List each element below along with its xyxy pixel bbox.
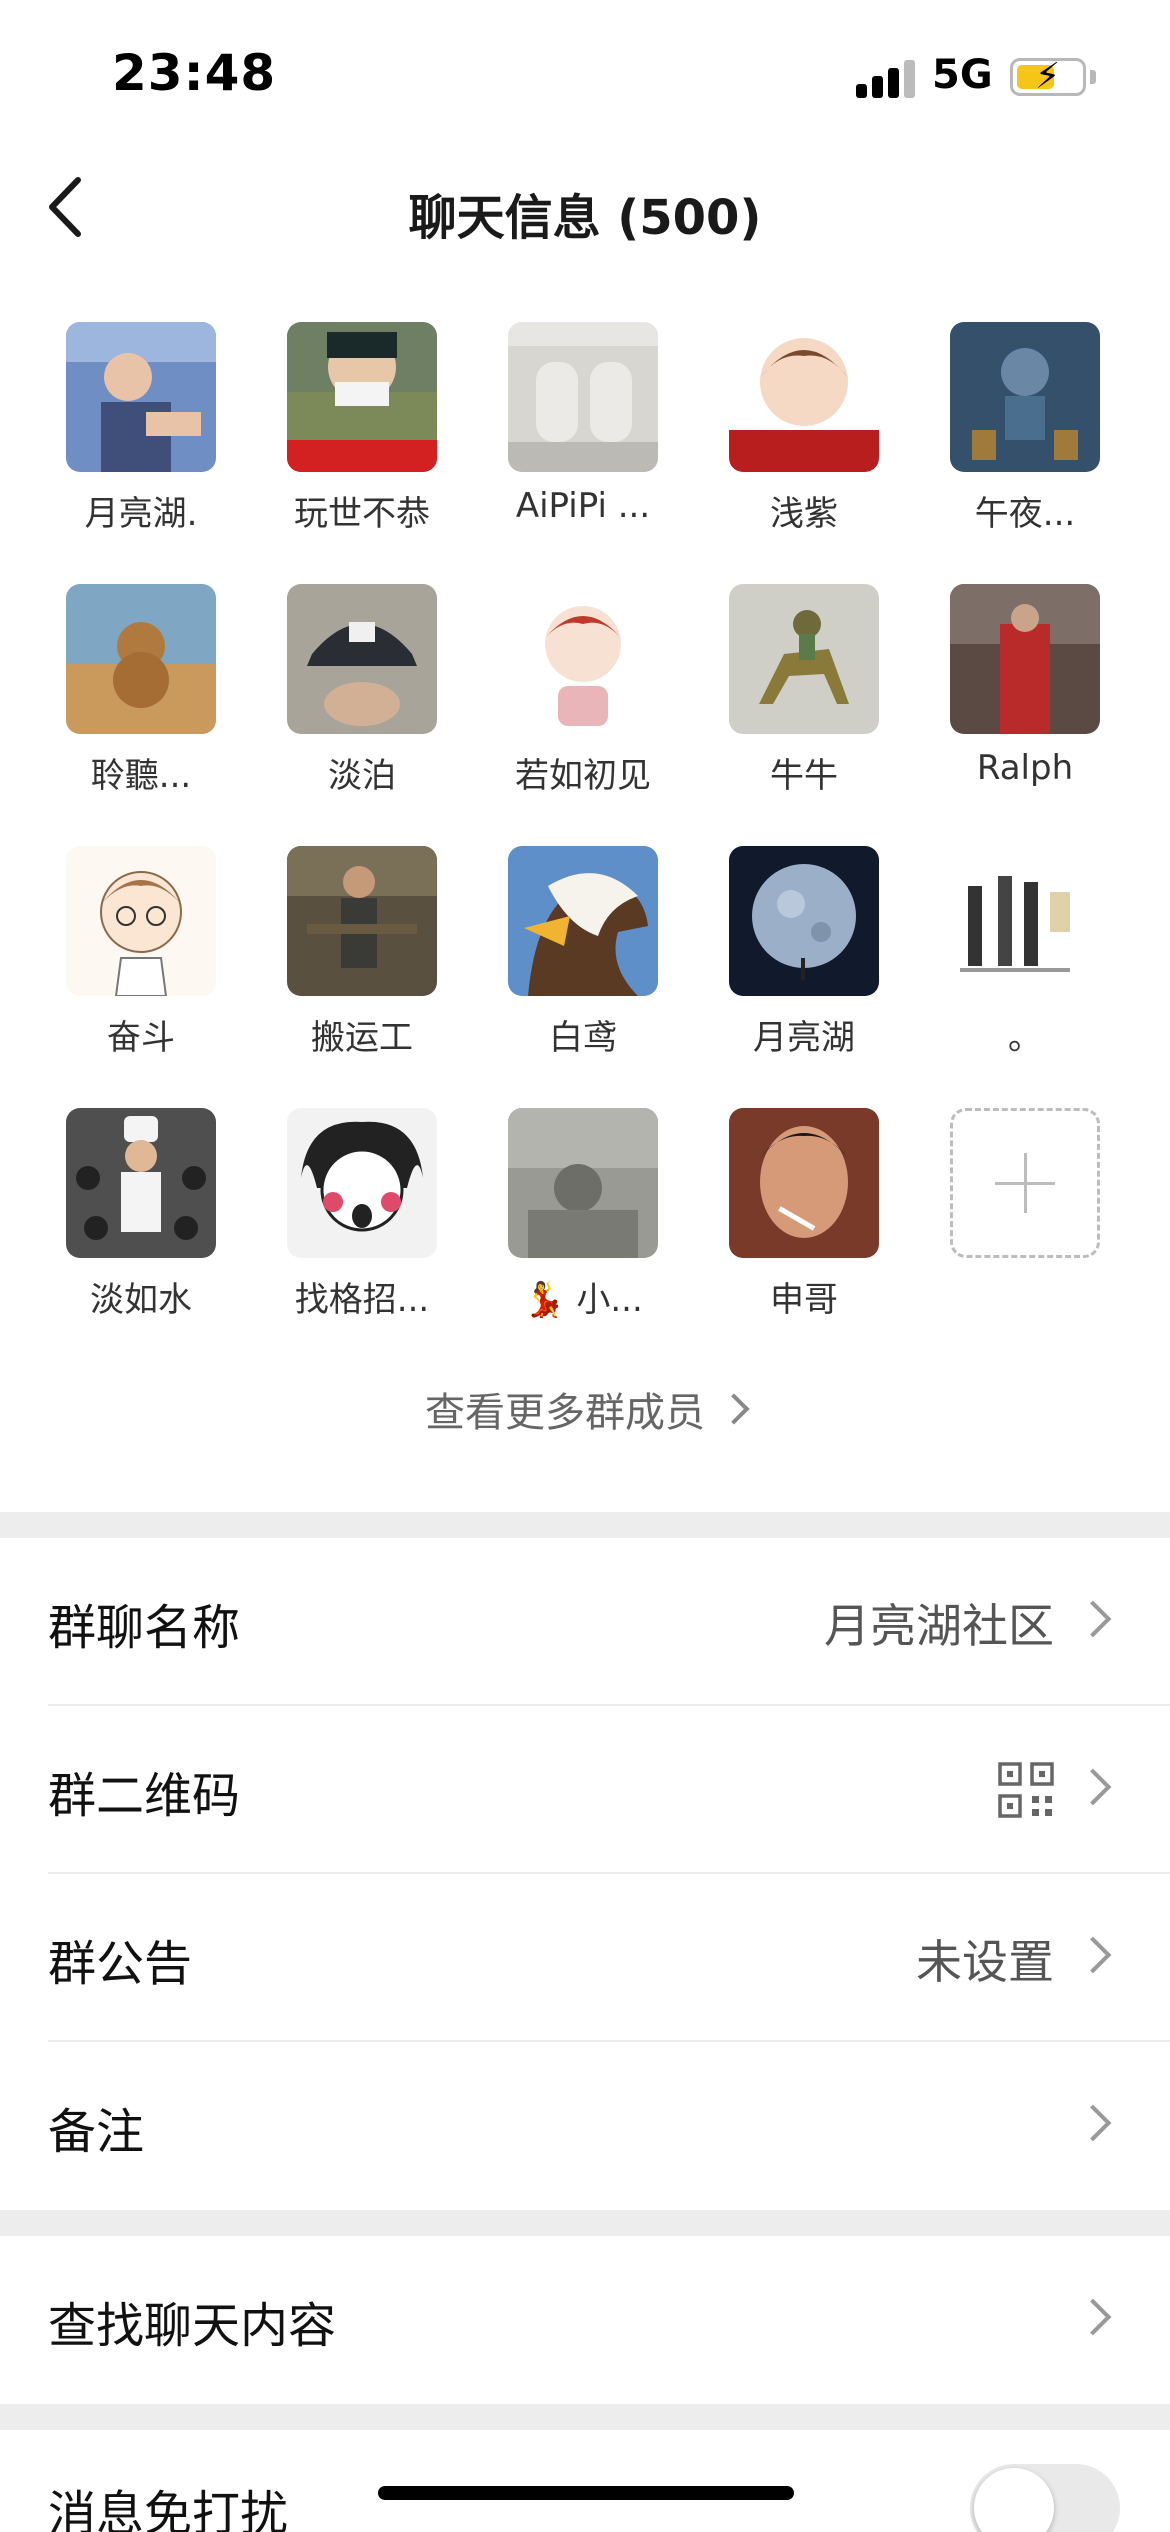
network-label: 5G xyxy=(932,52,993,98)
section-separator xyxy=(0,2404,1170,2430)
announcement-value: 未设置 xyxy=(916,1935,1054,1989)
member-item[interactable]: 聆聽... xyxy=(8,572,229,812)
mute-row: 消息免打扰 xyxy=(0,2430,1170,2532)
member-item[interactable]: 午夜... xyxy=(892,310,1113,550)
avatar xyxy=(508,1108,658,1258)
group-qr-label: 群二维码 xyxy=(48,1768,241,1824)
battery-icon: ⚡ xyxy=(1010,56,1086,97)
avatar xyxy=(66,584,216,734)
status-time: 23:48 xyxy=(112,44,277,102)
search-chat-label: 查找聊天内容 xyxy=(48,2298,337,2354)
group-name-value: 月亮湖社区 xyxy=(824,1599,1054,1653)
chevron-right-icon xyxy=(718,1393,750,1425)
more-members-label: 查看更多群成员 xyxy=(425,1390,705,1436)
section-separator xyxy=(0,1512,1170,1538)
battery-tip xyxy=(1090,70,1096,84)
member-item[interactable]: 奋斗 xyxy=(8,834,229,1074)
member-name: 午夜... xyxy=(974,494,1076,534)
charging-bolt-icon: ⚡ xyxy=(1035,56,1061,97)
member-item[interactable]: 月亮湖 xyxy=(671,834,892,1074)
member-item[interactable]: 。 xyxy=(892,834,1113,1074)
chevron-right-icon xyxy=(1074,2298,1112,2336)
avatar xyxy=(729,322,879,472)
member-item[interactable]: 搬运工 xyxy=(229,834,450,1074)
signal-icon xyxy=(856,58,916,98)
avatar xyxy=(508,846,658,996)
avatar xyxy=(950,846,1100,996)
avatar xyxy=(729,584,879,734)
add-member-button[interactable] xyxy=(892,1096,1113,1336)
avatar xyxy=(287,584,437,734)
announcement-row[interactable]: 群公告 未设置 xyxy=(0,1874,1170,2042)
page-title: 聊天信息 (500) xyxy=(408,190,762,246)
toggle-knob xyxy=(974,2468,1054,2532)
member-item[interactable]: 💃 小... xyxy=(450,1096,671,1336)
search-chat-row[interactable]: 查找聊天内容 xyxy=(0,2236,1170,2404)
group-qr-row[interactable]: 群二维码 xyxy=(0,1706,1170,1874)
chevron-right-icon xyxy=(1074,2104,1112,2142)
chat-info-screen: 23:48 5G ⚡ 聊天信息 (500) 月亮湖. 玩世不恭 AiPiPi .… xyxy=(0,0,1170,2532)
member-item[interactable]: 淡如水 xyxy=(8,1096,229,1336)
mute-label: 消息免打扰 xyxy=(48,2486,289,2532)
member-item[interactable]: Ralph xyxy=(892,572,1113,812)
member-item[interactable]: 申哥 xyxy=(671,1096,892,1336)
member-item[interactable]: 月亮湖. xyxy=(8,310,229,550)
remark-row[interactable]: 备注 xyxy=(0,2042,1170,2210)
group-name-label: 群聊名称 xyxy=(48,1600,241,1656)
status-bar: 23:48 5G ⚡ xyxy=(0,0,1170,150)
avatar xyxy=(287,846,437,996)
chevron-right-icon xyxy=(1074,1768,1112,1806)
announcement-label: 群公告 xyxy=(48,1936,193,1992)
chevron-right-icon xyxy=(1074,1600,1112,1638)
avatar xyxy=(287,322,437,472)
member-item[interactable]: AiPiPi ... xyxy=(450,310,671,550)
member-name: Ralph xyxy=(976,748,1074,788)
remark-label: 备注 xyxy=(48,2104,145,2160)
avatar xyxy=(950,584,1100,734)
mute-toggle[interactable] xyxy=(970,2464,1120,2532)
member-item[interactable]: 玩世不恭 xyxy=(229,310,450,550)
avatar xyxy=(729,846,879,996)
qr-code-icon xyxy=(998,1762,1054,1818)
member-name: 。 xyxy=(1008,1018,1042,1058)
member-item[interactable]: 浅紫 xyxy=(671,310,892,550)
member-item[interactable]: 牛牛 xyxy=(671,572,892,812)
avatar xyxy=(508,584,658,734)
avatar xyxy=(287,1108,437,1258)
avatar xyxy=(950,322,1100,472)
avatar xyxy=(66,322,216,472)
plus-icon xyxy=(950,1108,1100,1258)
chevron-right-icon xyxy=(1074,1936,1112,1974)
group-name-row[interactable]: 群聊名称 月亮湖社区 xyxy=(0,1538,1170,1706)
avatar xyxy=(66,846,216,996)
more-members-link[interactable]: 查看更多群成员 xyxy=(0,1380,1170,1460)
home-indicator xyxy=(378,2486,794,2500)
avatar xyxy=(729,1108,879,1258)
member-item[interactable]: 淡泊 xyxy=(229,572,450,812)
member-item[interactable]: 白鸢 xyxy=(450,834,671,1074)
member-item[interactable]: 找格招... xyxy=(229,1096,450,1336)
avatar xyxy=(508,322,658,472)
nav-bar: 聊天信息 (500) xyxy=(0,150,1170,270)
section-separator xyxy=(0,2210,1170,2236)
member-item[interactable]: 若如初见 xyxy=(450,572,671,812)
avatar xyxy=(66,1108,216,1258)
